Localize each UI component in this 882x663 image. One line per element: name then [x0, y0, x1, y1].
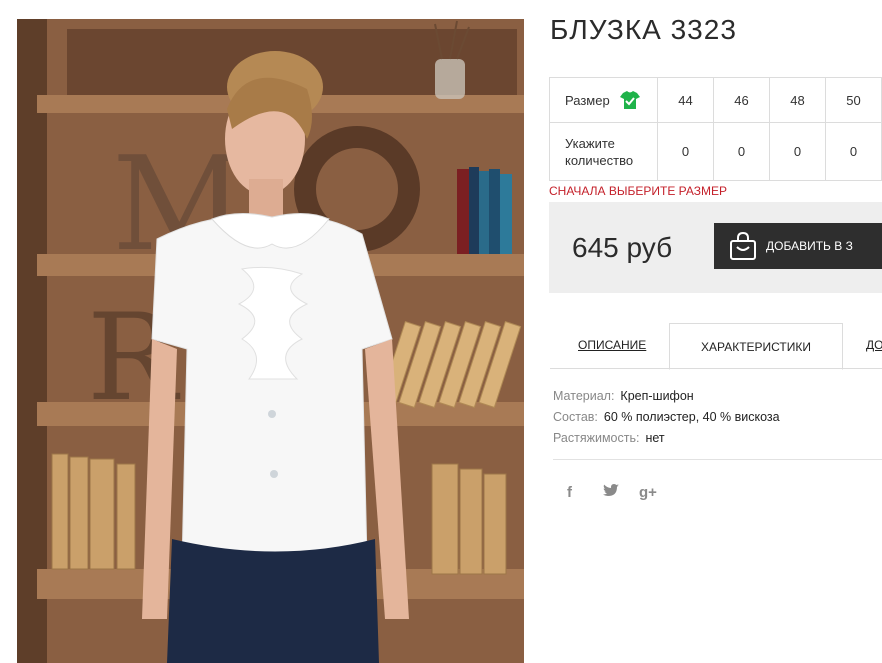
quantity-input-44[interactable]: 0 — [657, 122, 714, 181]
size-label: Размер — [565, 92, 610, 108]
size-table: Размер 44 46 48 50 Укажите количество 0 … — [549, 77, 882, 181]
facebook-icon[interactable]: f — [567, 484, 603, 501]
shopping-bag-icon — [730, 231, 756, 260]
size-option-48[interactable]: 48 — [769, 77, 826, 123]
tab-description[interactable]: ОПИСАНИЕ — [578, 323, 646, 367]
spec-value: нет — [645, 431, 665, 445]
size-option-44[interactable]: 44 — [657, 77, 714, 123]
spec-key: Материал: — [553, 389, 615, 403]
tabs-divider — [550, 368, 882, 369]
add-to-cart-label: ДОБАВИТЬ В З — [766, 239, 853, 253]
google-plus-icon[interactable]: g+ — [639, 484, 669, 501]
product-photo[interactable]: M R — [17, 19, 524, 663]
spec-stretch: Растяжимость: нет — [553, 428, 780, 449]
tab-delivery-label: ДО — [866, 338, 882, 352]
quantity-row-header: Укажите количество — [549, 122, 658, 181]
quantity-label: Укажите количество — [565, 135, 634, 168]
size-option-46[interactable]: 46 — [713, 77, 770, 123]
quantity-input-48[interactable]: 0 — [769, 122, 826, 181]
shirt-check-icon — [619, 91, 640, 109]
size-warning: СНАЧАЛА ВЫБЕРИТЕ РАЗМЕР — [549, 184, 728, 198]
spec-material: Материал: Креп-шифон — [553, 386, 780, 407]
spec-value: Креп-шифон — [620, 389, 694, 403]
divider — [553, 459, 882, 460]
size-option-50[interactable]: 50 — [825, 77, 882, 123]
tab-delivery[interactable]: ДО — [866, 323, 882, 367]
spec-key: Состав: — [553, 410, 598, 424]
tab-characteristics[interactable]: ХАРАКТЕРИСТИКИ — [669, 323, 843, 370]
quantity-input-46[interactable]: 0 — [713, 122, 770, 181]
buy-box: 645 руб ДОБАВИТЬ В З — [549, 202, 882, 293]
quantity-row: Укажите количество 0 0 0 0 — [549, 122, 882, 181]
tab-characteristics-label: ХАРАКТЕРИСТИКИ — [700, 339, 811, 354]
size-row-header: Размер — [549, 77, 658, 123]
quantity-input-50[interactable]: 0 — [825, 122, 882, 181]
add-to-cart-button[interactable]: ДОБАВИТЬ В З — [714, 223, 882, 269]
product-tabs: ОПИСАНИЕ ХАРАКТЕРИСТИКИ ДО — [550, 323, 882, 370]
product-title: БЛУЗКА 3323 — [550, 14, 737, 45]
twitter-icon[interactable] — [603, 484, 639, 501]
characteristics-list: Материал: Креп-шифон Состав: 60 % полиэсте… — [553, 386, 780, 449]
tab-description-label: ОПИСАНИЕ — [578, 338, 647, 352]
size-row: Размер 44 46 48 50 — [549, 77, 882, 123]
spec-key: Растяжимость: — [553, 431, 640, 445]
spec-value: 60 % полиэстер, 40 % вискоза — [603, 410, 780, 424]
social-share: f g+ — [567, 484, 669, 501]
spec-composition: Состав: 60 % полиэстер, 40 % вискоза — [553, 407, 780, 428]
price: 645 руб — [572, 232, 673, 263]
